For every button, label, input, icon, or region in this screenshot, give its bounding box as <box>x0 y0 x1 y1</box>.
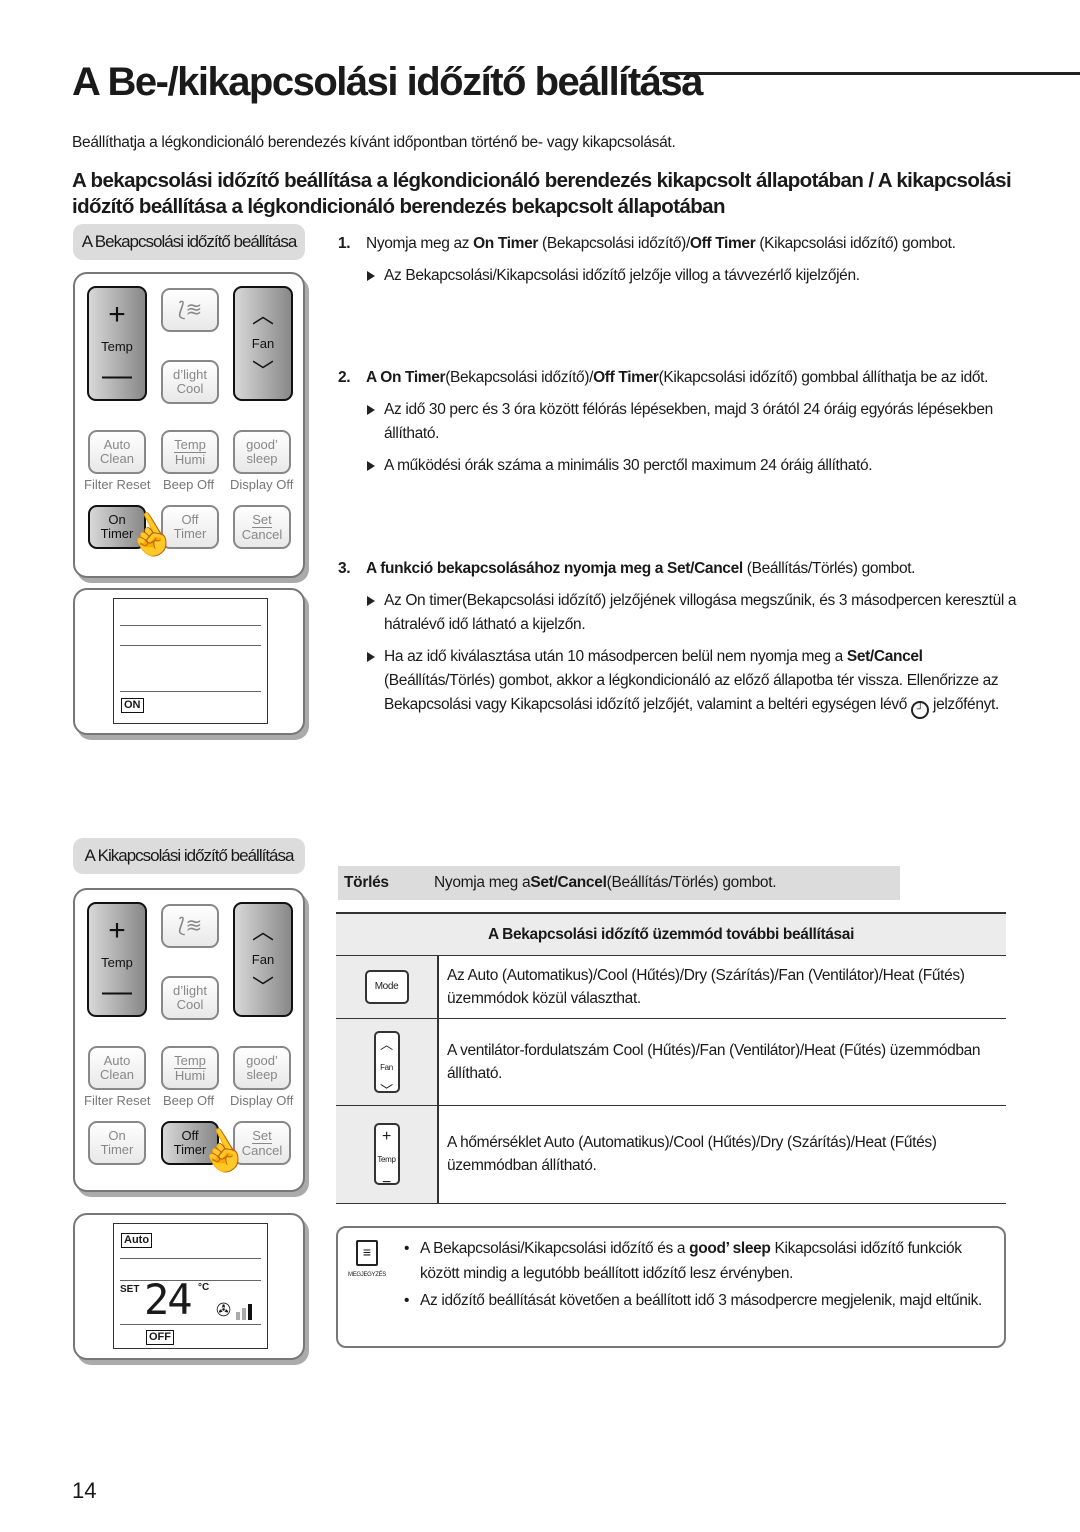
remote-control-on-timer: + Temp — ⟅≋ d’light Cool ︿ Fan ﹀ Auto Clean Temp Hum… <box>73 272 305 578</box>
step-3: 3. A funkció bekapcsolásához nyomja meg a… <box>338 557 1018 719</box>
temp-humi-button[interactable]: Temp Humi <box>161 430 219 474</box>
minus-icon: — <box>102 974 132 1008</box>
lcd-screen: ON <box>113 598 268 724</box>
swing-button[interactable]: ⟅≋ <box>161 904 219 948</box>
remote-control-off-timer: + Temp — ⟅≋ d’light Cool ︿ Fan ﹀ Auto Clean Temp Hum… <box>73 888 305 1192</box>
dlight-cool-button[interactable]: d’light Cool <box>161 976 219 1020</box>
timer-indicator-icon: ┘ <box>911 701 930 719</box>
on-timer-section-label: A Bekapcsolási időzítő beállítása <box>73 224 305 260</box>
chevron-down-icon: ﹀ <box>251 974 274 1000</box>
mode-indicator: Auto <box>121 1233 153 1248</box>
note-icon-label: MEGJEGYZÉS <box>348 1272 387 1278</box>
table-row: Mode Az Auto (Automatikus)/Cool (Hűtés)/… <box>336 955 1006 1019</box>
step-1: 1. Nyomja meg az On Timer (Bekapcsolási i… <box>338 232 1018 288</box>
set-temperature: 24 <box>144 1275 193 1324</box>
plus-icon: + <box>108 297 126 331</box>
note-item: Az időzítő beállítását követően a beállí… <box>404 1288 1004 1313</box>
on-indicator: ON <box>121 698 144 713</box>
swing-icon: ⟅≋ <box>177 299 203 321</box>
fan-level-bar-2 <box>242 1308 246 1320</box>
fan-level-bar-3 <box>248 1304 252 1320</box>
note-box: ≡ MEGJEGYZÉS A Bekapcsolási/Kikapcsolási… <box>336 1226 1006 1348</box>
off-timer-section-label: A Kikapcsolási időzítő beállítása <box>73 838 305 874</box>
temp-button[interactable]: + Temp — <box>87 902 147 1017</box>
set-label: SET <box>120 1284 140 1295</box>
page-title: A Be-/kikapcsolási időzítő beállítása <box>72 60 703 104</box>
additional-settings-table: A Bekapcsolási időzítő üzemmód további b… <box>336 912 1006 1204</box>
fan-icon: ✇ <box>216 1300 232 1320</box>
remote-display-on: ON <box>73 588 305 735</box>
swing-button[interactable]: ⟅≋ <box>161 288 219 332</box>
lcd-screen: Auto SET 24 °C ✇ OFF <box>113 1223 268 1349</box>
temp-humi-button[interactable]: Temp Humi <box>161 1046 219 1090</box>
note-icon: ≡ <box>356 1240 378 1266</box>
remote-display-off: Auto SET 24 °C ✇ OFF <box>73 1213 305 1360</box>
fan-button[interactable]: ︿ Fan ﹀ <box>233 902 293 1017</box>
step-2: 2. A On Timer(Bekapcsolási időzítő)/Off T… <box>338 366 1018 478</box>
mode-button-icon: Mode <box>364 969 409 1004</box>
cancel-row: Törlés Nyomja meg a Set/Cancel (Beállítás… <box>338 866 900 900</box>
section-heading: A bekapcsolási időzítő beállítása a légk… <box>72 169 1012 218</box>
display-off-label: Display Off <box>230 1093 294 1108</box>
bullet: Az On timer(Bekapcsolási időzítő) jelzőj… <box>338 589 1018 637</box>
table-row: ︿ Fan ﹀ A ventilátor-fordulatszám Cool (Hű… <box>336 1018 1006 1106</box>
beep-off-label: Beep Off <box>163 477 215 492</box>
fan-button-icon: ︿ Fan ﹀ <box>373 1030 400 1098</box>
beep-off-label: Beep Off <box>163 1093 215 1108</box>
fan-button[interactable]: ︿ Fan ﹀ <box>233 286 293 401</box>
minus-icon: — <box>102 358 132 392</box>
title-rule <box>660 72 1080 75</box>
off-indicator: OFF <box>146 1330 174 1345</box>
filter-reset-label: Filter Reset <box>84 1093 151 1108</box>
bullet: Az Bekapcsolási/Kikapcsolási időzítő jel… <box>338 264 1018 288</box>
on-timer-button[interactable]: On Timer <box>88 1121 146 1165</box>
chevron-up-icon: ︿ <box>251 918 274 944</box>
swing-icon: ⟅≋ <box>177 915 203 937</box>
temp-button-icon: + Temp − <box>373 1123 400 1191</box>
auto-clean-button[interactable]: Auto Clean <box>88 430 146 474</box>
temp-unit: °C <box>198 1282 210 1293</box>
table-row: + Temp − A hőmérséklet Auto (Automatikus)/… <box>336 1105 1006 1204</box>
bullet: Az idő 30 perc és 3 óra között félórás l… <box>338 398 1018 446</box>
bullet: A működési órák száma a minimális 30 per… <box>338 454 1018 478</box>
intro-text: Beállíthatja a légkondicionáló berendezé… <box>72 134 676 151</box>
good-sleep-button[interactable]: good’ sleep <box>233 430 291 474</box>
dlight-cool-button[interactable]: d’light Cool <box>161 360 219 404</box>
chevron-down-icon: ﹀ <box>251 358 274 384</box>
filter-reset-label: Filter Reset <box>84 477 151 492</box>
page-number: 14 <box>72 1478 97 1503</box>
note-item: A Bekapcsolási/Kikapcsolási időzítő és a… <box>404 1236 1004 1286</box>
auto-clean-button[interactable]: Auto Clean <box>88 1046 146 1090</box>
plus-icon: + <box>108 913 126 947</box>
bullet: Ha az idő kiválasztása után 10 másodperc… <box>338 645 1018 719</box>
display-off-label: Display Off <box>230 477 294 492</box>
temp-button[interactable]: + Temp — <box>87 286 147 401</box>
table-header: A Bekapcsolási időzítő üzemmód további b… <box>336 912 1006 956</box>
set-cancel-button[interactable]: Set Cancel <box>233 505 291 549</box>
good-sleep-button[interactable]: good’ sleep <box>233 1046 291 1090</box>
fan-level-bar-1 <box>236 1312 240 1320</box>
chevron-up-icon: ︿ <box>251 302 274 328</box>
